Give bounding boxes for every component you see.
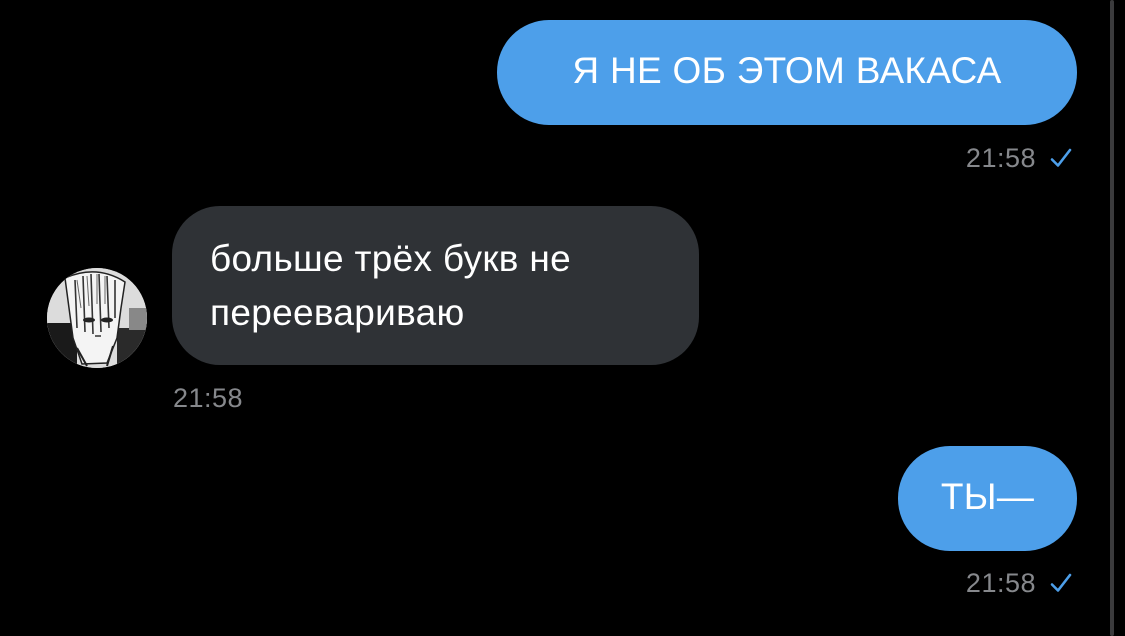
message-text: больше трёх букв не переевариваю [210, 238, 571, 333]
message-meta: 21:58 [173, 382, 243, 414]
message-meta: 21:58 [966, 567, 1073, 599]
message-text: Я НЕ ОБ ЭТОМ ВАКАСА [572, 50, 1002, 91]
single-check-icon [1050, 573, 1072, 592]
outgoing-message-bubble[interactable]: Я НЕ ОБ ЭТОМ ВАКАСА [497, 20, 1077, 125]
chat-view: Я НЕ ОБ ЭТОМ ВАКАСА 21:58 больше трёх бу… [0, 0, 1125, 636]
sender-avatar[interactable] [47, 268, 147, 368]
scrollbar[interactable] [1110, 0, 1114, 636]
incoming-message-bubble[interactable]: больше трёх букв не переевариваю [172, 206, 699, 365]
single-check-icon [1050, 148, 1072, 167]
message-meta: 21:58 [966, 142, 1073, 174]
message-time: 21:58 [173, 383, 244, 413]
message-time: 21:58 [965, 143, 1036, 173]
avatar-manga-character-icon [47, 268, 147, 368]
message-time: 21:58 [965, 568, 1036, 598]
outgoing-message-bubble[interactable]: ТЫ— [898, 446, 1077, 551]
message-text: ТЫ— [940, 476, 1035, 517]
